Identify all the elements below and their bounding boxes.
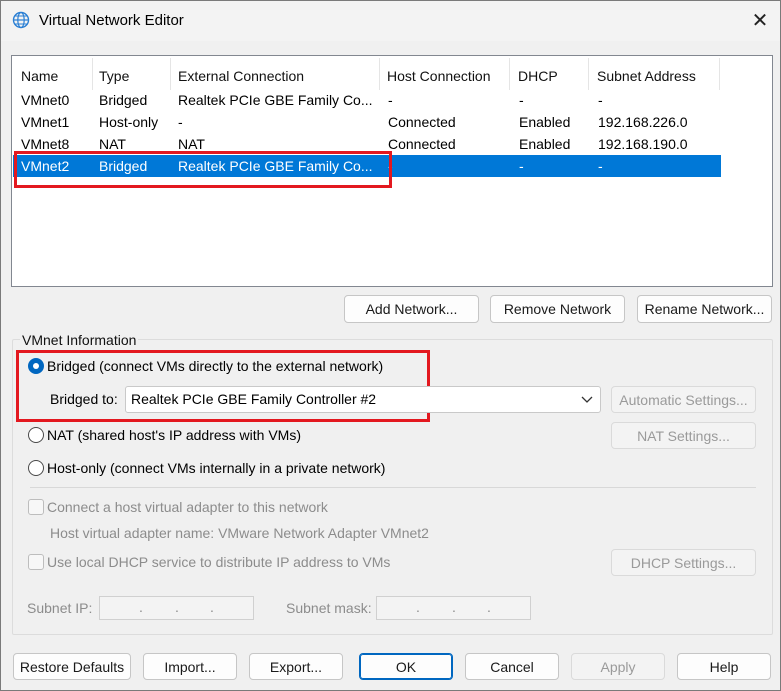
help-button[interactable]: Help — [677, 653, 771, 680]
close-icon[interactable]: ✕ — [746, 7, 774, 35]
column-separator[interactable] — [588, 58, 589, 90]
cell-host: Connected — [388, 136, 456, 152]
chevron-down-icon — [581, 396, 593, 403]
cancel-button[interactable]: Cancel — [465, 653, 559, 680]
globe-network-icon — [12, 11, 30, 29]
cell-name: VMnet1 — [21, 114, 70, 130]
host-only-radio[interactable] — [28, 460, 44, 476]
export-button[interactable]: Export... — [249, 653, 343, 680]
cell-dhcp: - — [519, 158, 524, 174]
bridged-radio[interactable] — [28, 358, 44, 374]
cell-type: Host-only — [99, 114, 159, 130]
connect-adapter-label: Connect a host virtual adapter to this n… — [47, 499, 328, 515]
nat-radio[interactable] — [28, 427, 44, 443]
cell-subnet: 192.168.190.0 — [598, 136, 688, 152]
cell-subnet: - — [598, 92, 603, 108]
apply-button[interactable]: Apply — [571, 653, 665, 680]
add-network-button[interactable]: Add Network... — [344, 295, 479, 323]
bridged-to-label: Bridged to: — [50, 391, 118, 407]
table-row[interactable]: VMnet1 Host-only - Connected Enabled 192… — [13, 111, 721, 133]
cell-host: - — [388, 158, 393, 174]
nat-settings-button[interactable]: NAT Settings... — [611, 422, 756, 449]
bridged-radio-label[interactable]: Bridged (connect VMs directly to the ext… — [47, 358, 383, 374]
column-header-external-connection[interactable]: External Connection — [178, 62, 304, 90]
column-header-host-connection[interactable]: Host Connection — [387, 62, 491, 90]
cell-external: - — [178, 114, 183, 130]
subnet-mask-label: Subnet mask: — [286, 600, 372, 616]
table-row-selected[interactable]: VMnet2 Bridged Realtek PCIe GBE Family C… — [13, 155, 721, 177]
cell-host: - — [388, 92, 393, 108]
remove-network-button[interactable]: Remove Network — [490, 295, 625, 323]
cell-name: VMnet0 — [21, 92, 70, 108]
import-button[interactable]: Import... — [143, 653, 237, 680]
cell-type: Bridged — [99, 158, 148, 174]
dhcp-settings-button[interactable]: DHCP Settings... — [611, 549, 756, 576]
subnet-ip-field[interactable]: . . . — [99, 596, 254, 620]
table-row[interactable]: VMnet0 Bridged Realtek PCIe GBE Family C… — [13, 89, 721, 111]
restore-defaults-button[interactable]: Restore Defaults — [13, 653, 131, 680]
column-separator[interactable] — [170, 58, 171, 90]
divider — [30, 487, 756, 488]
column-separator[interactable] — [719, 58, 720, 90]
cell-host: Connected — [388, 114, 456, 130]
cell-subnet: 192.168.226.0 — [598, 114, 688, 130]
cell-type: NAT — [99, 136, 126, 152]
host-only-radio-label[interactable]: Host-only (connect VMs internally in a p… — [47, 460, 385, 476]
rename-network-button[interactable]: Rename Network... — [637, 295, 772, 323]
cell-external: Realtek PCIe GBE Family Co... — [178, 92, 373, 108]
bridged-to-value: Realtek PCIe GBE Family Controller #2 — [131, 391, 377, 407]
bridged-to-select[interactable]: Realtek PCIe GBE Family Controller #2 — [125, 386, 601, 413]
adapter-name-label: Host virtual adapter name: VMware Networ… — [50, 525, 429, 541]
subnet-ip-label: Subnet IP: — [27, 600, 93, 616]
group-label: VMnet Information — [20, 332, 139, 348]
network-list[interactable]: Name Type External Connection Host Conne… — [11, 55, 773, 287]
cell-name: VMnet2 — [21, 158, 70, 174]
subnet-mask-field[interactable]: . . . — [376, 596, 531, 620]
column-separator[interactable] — [379, 58, 380, 90]
cell-name: VMnet8 — [21, 136, 70, 152]
column-separator[interactable] — [509, 58, 510, 90]
nat-radio-label[interactable]: NAT (shared host's IP address with VMs) — [47, 427, 301, 443]
cell-external: Realtek PCIe GBE Family Co... — [178, 158, 373, 174]
cell-dhcp: Enabled — [519, 114, 571, 130]
column-header-subnet-address[interactable]: Subnet Address — [597, 62, 696, 90]
window-title: Virtual Network Editor — [39, 12, 184, 29]
cell-external: NAT — [178, 136, 205, 152]
automatic-settings-button[interactable]: Automatic Settings... — [611, 386, 756, 413]
cell-dhcp: Enabled — [519, 136, 571, 152]
connect-adapter-checkbox[interactable] — [28, 499, 44, 515]
virtual-network-editor-window: Virtual Network Editor ✕ Name Type Exter… — [0, 0, 781, 691]
column-separator[interactable] — [92, 58, 93, 90]
title-bar: Virtual Network Editor ✕ — [1, 1, 780, 41]
dhcp-label: Use local DHCP service to distribute IP … — [47, 554, 391, 570]
cell-dhcp: - — [519, 92, 524, 108]
table-row[interactable]: VMnet8 NAT NAT Connected Enabled 192.168… — [13, 133, 721, 155]
cell-subnet: - — [598, 158, 603, 174]
column-header-type[interactable]: Type — [99, 62, 129, 90]
column-header-name[interactable]: Name — [21, 62, 58, 90]
dhcp-checkbox[interactable] — [28, 554, 44, 570]
cell-type: Bridged — [99, 92, 148, 108]
ok-button[interactable]: OK — [359, 653, 453, 680]
column-header-dhcp[interactable]: DHCP — [518, 62, 558, 90]
